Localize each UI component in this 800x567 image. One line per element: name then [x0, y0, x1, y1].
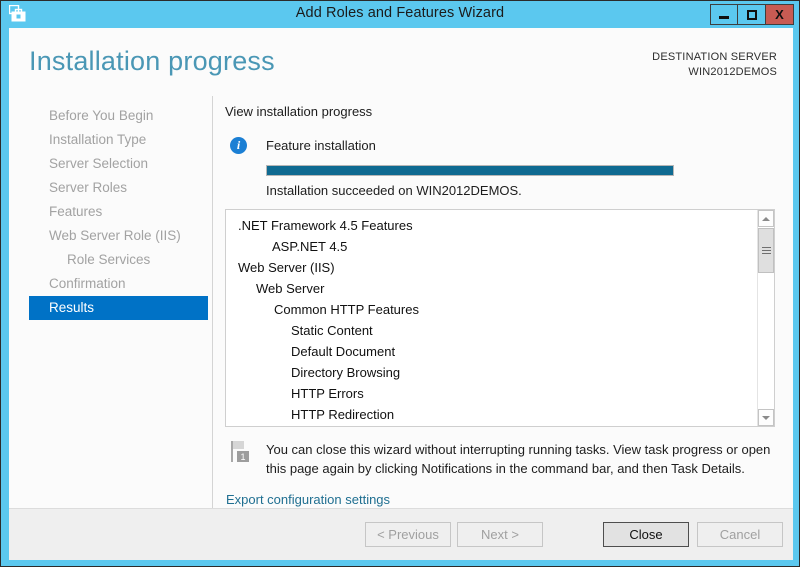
note-text: You can close this wizard without interr… — [266, 442, 771, 476]
note-row: 1 You can close this wizard without inte… — [225, 440, 775, 478]
body-row: Before You Begin Installation Type Serve… — [9, 96, 793, 508]
main-pane: View installation progress i Feature ins… — [213, 96, 793, 508]
list-item[interactable]: HTTP Errors — [226, 383, 757, 404]
progress-bar-fill — [267, 166, 673, 175]
list-item[interactable]: Static Content — [226, 320, 757, 341]
sidebar-item-confirmation[interactable]: Confirmation — [9, 272, 212, 296]
installed-features-listbox[interactable]: .NET Framework 4.5 Features ASP.NET 4.5 … — [225, 209, 775, 427]
sidebar-item-installation-type[interactable]: Installation Type — [9, 128, 212, 152]
list-item[interactable]: Common HTTP Features — [226, 299, 757, 320]
chevron-up-icon — [762, 216, 770, 221]
list-item[interactable]: HTTP Redirection — [226, 404, 757, 425]
minimize-icon — [719, 16, 729, 19]
cancel-button-label: Cancel — [719, 527, 761, 542]
next-button-label: Next > — [481, 527, 519, 542]
page-header: Installation progress DESTINATION SERVER… — [9, 28, 793, 96]
destination-server-block: DESTINATION SERVER WIN2012DEMOS — [652, 50, 777, 80]
list-item[interactable]: Default Document — [226, 341, 757, 362]
chevron-down-icon — [762, 415, 770, 420]
footer-bar: < Previous Next > Close Cancel — [9, 508, 793, 560]
progress-message: Installation succeeded on WIN2012DEMOS. — [266, 183, 522, 198]
scroll-up-icon[interactable] — [758, 210, 774, 227]
list-item[interactable]: Web Server (IIS) — [226, 257, 757, 278]
list-item[interactable]: Web Server — [226, 278, 757, 299]
grip-icon — [761, 245, 771, 256]
title-bar: Add Roles and Features Wizard X — [1, 1, 799, 28]
sidebar-item-results[interactable]: Results — [29, 296, 208, 320]
sidebar-item-before-you-begin[interactable]: Before You Begin — [9, 104, 212, 128]
svg-text:1: 1 — [240, 452, 245, 462]
scroll-down-icon[interactable] — [758, 409, 774, 426]
wizard-window: Add Roles and Features Wizard X Installa… — [0, 0, 800, 567]
page-title: Installation progress — [29, 46, 275, 76]
vertical-scrollbar[interactable] — [757, 210, 774, 426]
notification-flag-icon: 1 — [230, 440, 252, 464]
previous-button[interactable]: < Previous — [365, 522, 451, 547]
scroll-thumb[interactable] — [758, 228, 774, 273]
wizard-step-nav: Before You Begin Installation Type Serve… — [9, 96, 213, 508]
sidebar-item-web-server-role[interactable]: Web Server Role (IIS) — [9, 224, 212, 248]
window-title: Add Roles and Features Wizard — [295, 5, 505, 21]
maximize-icon — [746, 9, 757, 20]
close-button[interactable]: Close — [603, 522, 689, 547]
status-row: i Feature installation — [225, 137, 775, 154]
cancel-button[interactable]: Cancel — [697, 522, 783, 547]
sidebar-item-server-roles[interactable]: Server Roles — [9, 176, 212, 200]
info-icon: i — [230, 137, 247, 154]
list-item[interactable]: .NET Framework 4.5 Features — [226, 215, 757, 236]
view-installation-progress-label: View installation progress — [225, 104, 373, 119]
sidebar-item-features[interactable]: Features — [9, 200, 212, 224]
sidebar-item-server-selection[interactable]: Server Selection — [9, 152, 212, 176]
minimize-button[interactable] — [710, 4, 738, 25]
destination-server-label: DESTINATION SERVER — [652, 51, 777, 63]
previous-button-label: < Previous — [377, 527, 439, 542]
maximize-button[interactable] — [738, 4, 766, 25]
export-configuration-settings-link[interactable]: Export configuration settings — [226, 492, 390, 507]
close-window-button[interactable]: X — [766, 4, 794, 25]
list-item[interactable]: ASP.NET 4.5 — [226, 236, 757, 257]
list-item[interactable]: WebDAV Publishing — [226, 425, 757, 426]
client-area: Installation progress DESTINATION SERVER… — [9, 28, 793, 560]
status-label: Feature installation — [266, 138, 376, 153]
installed-features-list: .NET Framework 4.5 Features ASP.NET 4.5 … — [226, 210, 757, 426]
close-button-label: Close — [629, 527, 663, 542]
installation-progress-bar — [266, 165, 674, 176]
sidebar-item-role-services[interactable]: Role Services — [9, 248, 212, 272]
destination-server-name: WIN2012DEMOS — [688, 66, 777, 78]
next-button[interactable]: Next > — [457, 522, 543, 547]
list-item[interactable]: Directory Browsing — [226, 362, 757, 383]
